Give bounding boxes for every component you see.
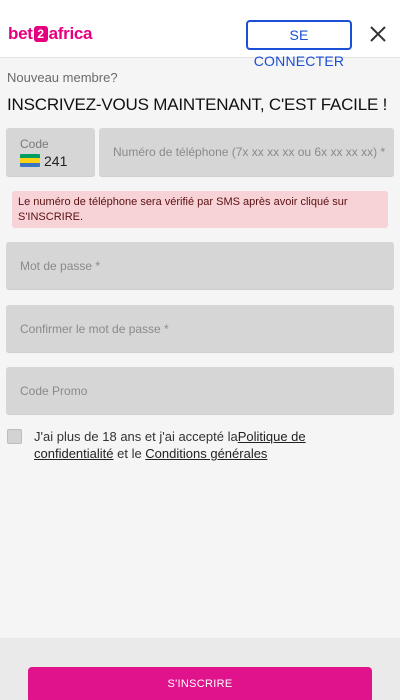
subtitle: Nouveau membre? bbox=[7, 70, 118, 85]
close-icon[interactable] bbox=[368, 24, 388, 44]
promo-code-input[interactable]: Code Promo bbox=[6, 367, 394, 415]
password-placeholder: Mot de passe * bbox=[20, 258, 101, 273]
terms-text: J'ai plus de 18 ans et j'ai accepté laPo… bbox=[34, 428, 334, 462]
code-value: 241 bbox=[44, 153, 68, 169]
confirm-password-input[interactable]: Confirmer le mot de passe * bbox=[6, 305, 394, 353]
password-input[interactable]: Mot de passe * bbox=[6, 242, 394, 290]
gabon-flag-icon bbox=[20, 154, 40, 167]
confirm-password-placeholder: Confirmer le mot de passe * bbox=[20, 321, 169, 336]
logo-text-right: africa bbox=[48, 24, 93, 43]
code-label: Code bbox=[20, 137, 49, 151]
logo-text-left: bet bbox=[8, 24, 33, 43]
page-title: INSCRIVEZ-VOUS MAINTENANT, C'EST FACILE … bbox=[7, 95, 388, 114]
signup-button[interactable]: S'INSCRIRE bbox=[28, 667, 372, 700]
phone-placeholder: Numéro de téléphone (7x xx xx xx ou 6x x… bbox=[113, 145, 386, 159]
logo-two: 2 bbox=[33, 26, 48, 42]
country-code-select[interactable]: Code 241 bbox=[6, 128, 95, 177]
promo-code-placeholder: Code Promo bbox=[20, 383, 88, 398]
age-terms-checkbox[interactable] bbox=[7, 429, 22, 444]
connect-button[interactable]: SE CONNECTER bbox=[246, 20, 352, 69]
terms-conditions-link[interactable]: Conditions générales bbox=[145, 446, 267, 461]
header: bet 2 africa SE CONNECTER bbox=[0, 0, 400, 69]
sms-notice: Le numéro de téléphone sera vérifié par … bbox=[12, 191, 388, 228]
logo[interactable]: bet 2 africa bbox=[8, 22, 92, 46]
terms-mid: et le bbox=[113, 446, 146, 461]
phone-input[interactable]: Numéro de téléphone (7x xx xx xx ou 6x x… bbox=[99, 128, 394, 177]
terms-prefix: J'ai plus de 18 ans et j'ai accepté la bbox=[34, 429, 238, 444]
